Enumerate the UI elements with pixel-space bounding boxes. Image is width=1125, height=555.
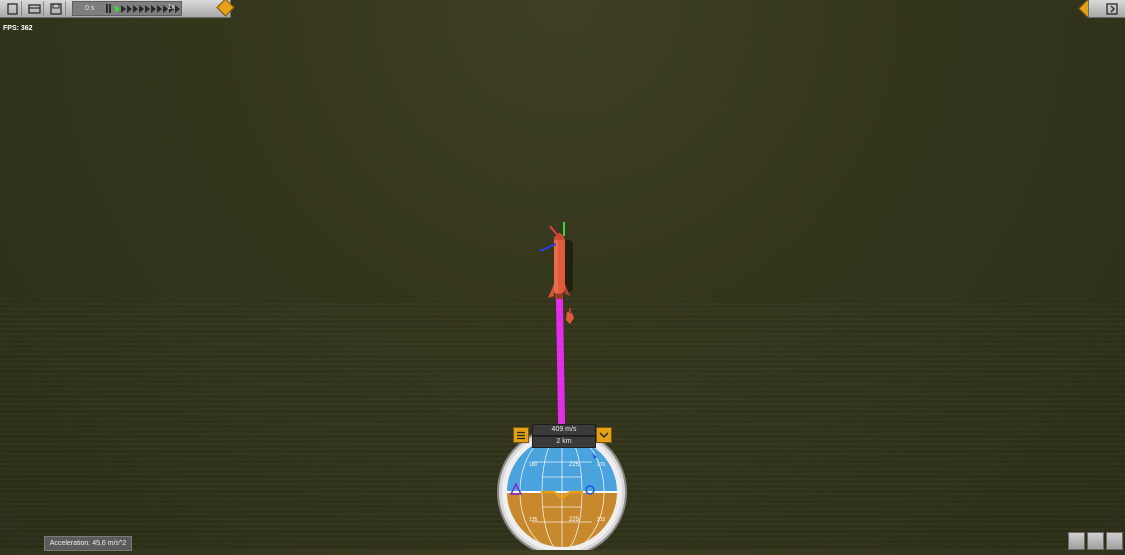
pitch-label: 135 [529,517,538,523]
pitch-label: 315 [597,517,606,523]
warp-arrow-icon[interactable] [157,4,162,13]
navball-menu-button[interactable] [513,427,529,443]
open-button[interactable] [25,1,44,16]
rocket [539,222,574,324]
exit-icon [1106,2,1118,15]
chevron-down-icon [599,431,609,438]
warp-rate: 1x [167,4,175,11]
top-right-toolbar [1088,0,1125,18]
heading-bottom-label: 225 [569,517,580,523]
altitude-readout[interactable]: 2 km [532,436,596,448]
save-button[interactable] [47,1,66,16]
time-warp-control: 0 s 1x [72,1,182,16]
pitch-label: 180 [529,462,538,468]
save-icon [50,2,62,15]
warp-arrow-icon[interactable] [145,4,150,13]
pause-icon[interactable] [106,4,112,13]
bottom-right-toolbar [1068,532,1123,550]
warp-arrow-icon[interactable] [139,4,144,13]
warp-arrow-icon[interactable] [151,4,156,13]
new-file-button[interactable] [3,1,22,16]
bottom-right-button[interactable] [1068,532,1085,550]
velocity-readout[interactable]: 409 m/s [532,424,596,436]
menu-icon [517,431,525,439]
warp-arrow-icon[interactable] [175,4,180,13]
mission-time: 0 s [85,5,95,12]
heading-top-label: 225 [569,462,580,468]
top-toolbar: 0 s 1x [0,0,231,18]
warp-arrow-icon[interactable] [115,4,120,13]
bottom-right-button[interactable] [1106,532,1123,550]
bottom-right-button[interactable] [1087,532,1104,550]
navball-toggle-button[interactable] [596,427,612,443]
warp-arrow-icon[interactable] [121,4,126,13]
pitch-label: 270 [597,462,606,468]
exit-button[interactable] [1103,1,1121,16]
acceleration-readout: Acceleration: 45,6 m/s^2 [44,536,132,551]
warp-arrow-icon[interactable] [133,4,138,13]
open-icon [27,3,41,14]
fps-counter: FPS: 362 [3,25,33,32]
new-file-icon [6,2,18,15]
warp-arrow-icon[interactable] [127,4,132,13]
